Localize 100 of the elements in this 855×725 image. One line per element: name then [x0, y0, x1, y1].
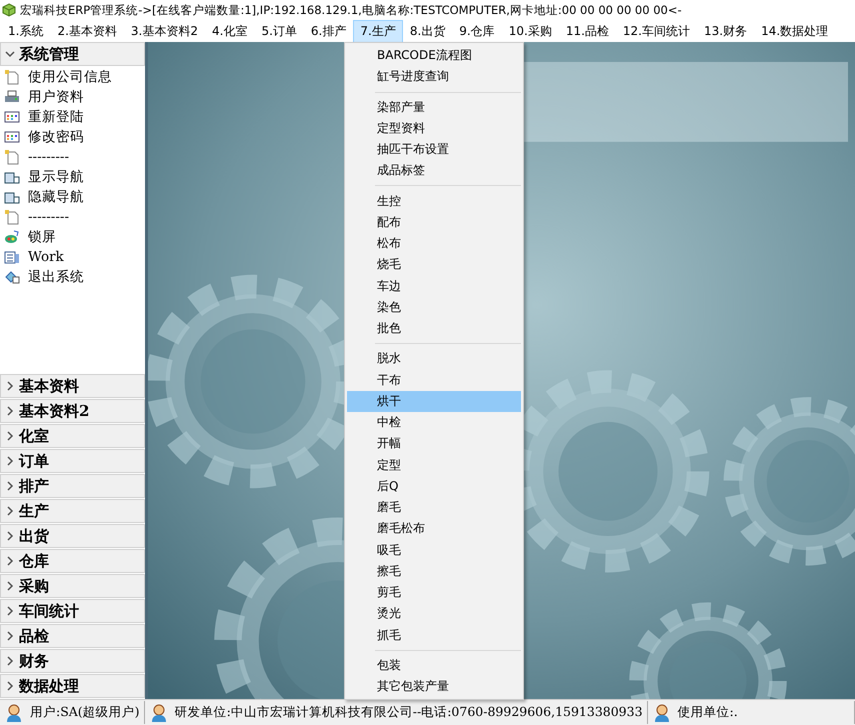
nav-group-label: 基本资料 — [19, 376, 79, 396]
dropdown-item[interactable]: 烧毛 — [347, 254, 521, 276]
grid-icon — [4, 129, 20, 145]
nav-item[interactable]: 修改密码 — [0, 127, 145, 147]
dropdown-item[interactable]: 擦毛 — [347, 560, 521, 582]
dropdown-item[interactable]: 后Q — [347, 476, 521, 497]
dropdown-item[interactable]: 吸毛 — [347, 539, 521, 561]
nav-item[interactable]: --------- — [0, 147, 145, 167]
dropdown-item[interactable]: BARCODE流程图 — [347, 45, 521, 66]
nav-item[interactable]: 隐藏导航 — [0, 187, 145, 207]
menu-item[interactable]: 8.出货 — [402, 20, 452, 42]
nav-group-header[interactable]: 基本资料2 — [0, 399, 145, 423]
menu-item[interactable]: 11.品检 — [558, 20, 616, 42]
dropdown-item[interactable]: 磨毛 — [347, 496, 521, 518]
menu-item[interactable]: 5.订单 — [254, 20, 304, 42]
chevron-icon — [5, 49, 15, 59]
menu-item[interactable]: 12.车间统计 — [616, 20, 697, 42]
nav-item[interactable]: Work — [0, 247, 145, 267]
nav-item[interactable]: 用户资料 — [0, 87, 145, 107]
nav-item[interactable]: 退出系统 — [0, 267, 145, 287]
chevron-icon — [5, 681, 15, 691]
nav-group-header[interactable]: 生产 — [0, 499, 145, 523]
nav-item-label: 退出系统 — [28, 268, 84, 286]
nav-group-label: 仓库 — [19, 552, 49, 570]
menu-item[interactable]: 10.采购 — [502, 20, 559, 42]
dropdown-item[interactable]: 染部产量 — [347, 96, 521, 118]
chevron-icon — [5, 406, 15, 416]
menu-item[interactable]: 13.财务 — [697, 20, 754, 42]
nav-group-label: 订单 — [19, 452, 49, 470]
window-title: 宏瑞科技ERP管理系统->[在线客户端数量:1],IP:192.168.129.1,电脑名称:TESTCOMPUTER,网卡地址:00 00 00 00 00 00<- — [20, 2, 682, 18]
nav-item[interactable]: 显示导航 — [0, 167, 145, 187]
nav-group-label: 出货 — [19, 526, 49, 546]
nav-group-header[interactable]: 系统管理 — [0, 42, 145, 66]
dropdown-item[interactable]: 抓毛 — [347, 624, 521, 646]
nav-item-label: 锁屏 — [28, 228, 56, 246]
menu-item[interactable]: 14.数据处理 — [754, 20, 836, 42]
dropdown-item[interactable]: 配布 — [347, 212, 521, 233]
dropdown-item[interactable]: 染色 — [347, 296, 521, 318]
dropdown-item[interactable]: 剪毛 — [347, 582, 521, 604]
dropdown-item[interactable]: 抽匹干布设置 — [347, 138, 521, 160]
status-text: 研发单位:中山市宏瑞计算机科技有限公司--电话:0760-89929606,15913380933 — [174, 704, 643, 721]
nav-item-label: 用户资料 — [28, 88, 84, 106]
dropdown-item[interactable]: 烘干 — [347, 390, 521, 412]
nav-group-label: 基本资料2 — [19, 402, 90, 420]
dropdown-item[interactable]: 磨毛松布 — [347, 518, 521, 540]
menu-item[interactable]: 7.生产 — [353, 20, 403, 42]
nav-item[interactable]: 重新登陆 — [0, 107, 145, 127]
nav-group-label: 数据处理 — [19, 676, 79, 696]
dropdown-item[interactable]: 定型资料 — [347, 118, 521, 139]
nav-group-header[interactable]: 排产 — [0, 474, 145, 498]
nav-group-label: 采购 — [19, 576, 49, 596]
nav-group-label: 财务 — [19, 652, 49, 670]
nav-group-header[interactable]: 财务 — [0, 649, 145, 673]
nav-group-header[interactable]: 化室 — [0, 424, 145, 448]
nav-group-header[interactable]: 出货 — [0, 524, 145, 548]
menu-item[interactable]: 2.基本资料 — [50, 20, 124, 42]
nav-group-header[interactable]: 车间统计 — [0, 599, 145, 623]
nav-group-header[interactable]: 数据处理 — [0, 674, 145, 698]
menu-item[interactable]: 1.系统 — [1, 20, 50, 42]
nav-group-header[interactable]: 仓库 — [0, 549, 145, 573]
nav-group-header[interactable]: 品检 — [0, 624, 145, 648]
nav-item[interactable]: 锁屏 — [0, 227, 145, 247]
nav-item[interactable]: --------- — [0, 207, 145, 227]
nav-group-label: 生产 — [19, 502, 49, 520]
menu-item[interactable]: 6.排产 — [304, 20, 354, 42]
nav-group-header[interactable]: 订单 — [0, 449, 145, 473]
dropdown-item[interactable]: 其它包装产量 — [347, 676, 521, 698]
nav-group-header[interactable]: 采购 — [0, 574, 145, 598]
nav-item-label: --------- — [28, 209, 70, 225]
menu-item[interactable]: 3.基本资料2 — [124, 20, 205, 42]
chevron-icon — [5, 556, 15, 566]
nav-group-label: 车间统计 — [19, 602, 79, 620]
dropdown-item[interactable]: 生控 — [347, 190, 521, 212]
dropdown-item[interactable]: 烫光 — [347, 603, 521, 624]
dropdown-item[interactable]: 缸号进度查询 — [347, 66, 521, 88]
document-icon — [4, 149, 20, 165]
menu-item[interactable]: 9.仓库 — [452, 20, 502, 42]
calculator-icon — [4, 249, 20, 265]
dropdown-item[interactable]: 松布 — [347, 232, 521, 254]
nav-item-label: 重新登陆 — [28, 108, 84, 126]
dropdown-item[interactable]: 中检 — [347, 412, 521, 434]
dropdown-item[interactable]: 脱水 — [347, 348, 521, 370]
dropdown-item[interactable]: 批色 — [347, 318, 521, 340]
chevron-icon — [5, 481, 15, 491]
dropdown-item[interactable]: 干布 — [347, 369, 521, 391]
chevron-icon — [5, 606, 15, 616]
exit-icon — [4, 269, 20, 285]
dropdown-item[interactable]: 车边 — [347, 275, 521, 297]
nav-item-label: 隐藏导航 — [28, 188, 84, 206]
dropdown-item[interactable]: 定型 — [347, 454, 521, 476]
chevron-icon — [5, 506, 15, 516]
nav-group-header[interactable]: 基本资料 — [0, 374, 145, 398]
nav-group-label: 化室 — [19, 426, 49, 446]
nav-item[interactable]: 使用公司信息 — [0, 67, 145, 87]
menu-item[interactable]: 4.化室 — [205, 20, 254, 42]
dropdown-item[interactable]: 包装 — [347, 654, 521, 676]
user-icon — [4, 702, 24, 722]
document-icon — [4, 209, 20, 225]
dropdown-item[interactable]: 开幅 — [347, 433, 521, 454]
dropdown-item[interactable]: 成品标签 — [347, 160, 521, 182]
